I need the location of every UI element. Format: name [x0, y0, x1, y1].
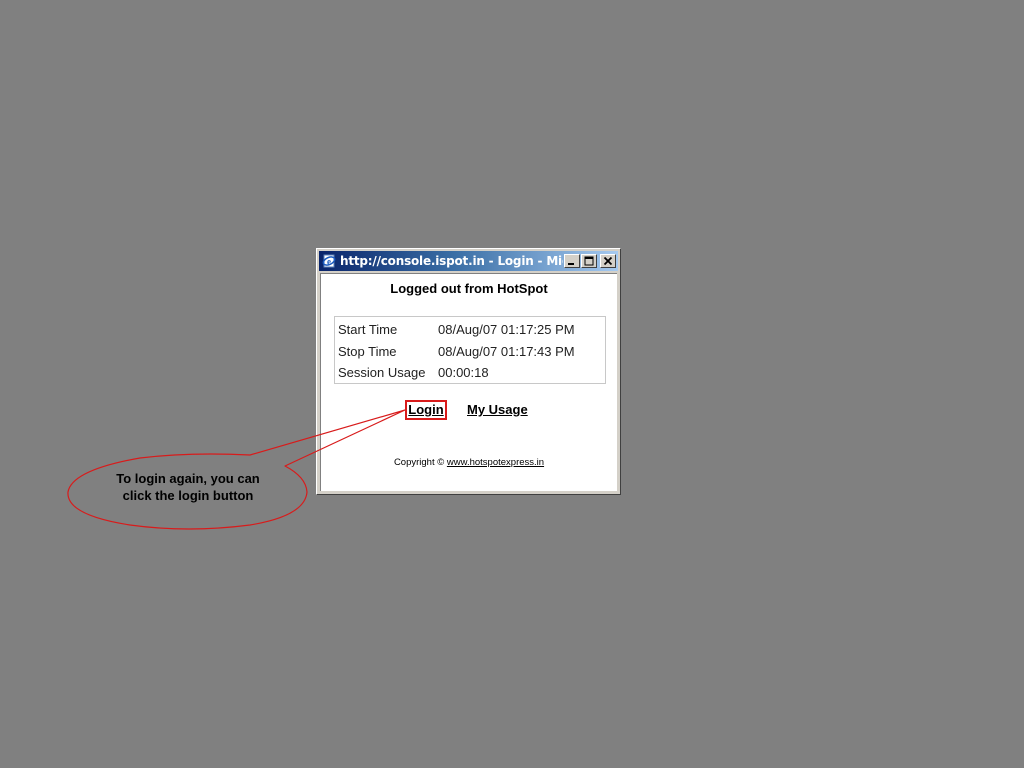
ie-page-icon: e — [321, 253, 337, 269]
action-links: Login My Usage — [321, 400, 617, 422]
window-controls — [563, 254, 616, 268]
stop-time-label: Stop Time — [338, 343, 397, 359]
my-usage-link[interactable]: My Usage — [467, 402, 528, 417]
page-content: Logged out from HotSpot Start Time 08/Au… — [320, 273, 617, 491]
minimize-button[interactable] — [564, 254, 580, 268]
start-time-label: Start Time — [338, 322, 398, 337]
copyright-footer: Copyright © www.hotspotexpress.in — [321, 457, 617, 468]
desktop-background: e http://console.ispot.in - Login - Mic.… — [0, 0, 1024, 768]
svg-text:e: e — [327, 257, 331, 267]
callout-text: To login again, you can click the login … — [116, 471, 260, 503]
start-time-value: 08/Aug/07 01:17:25 PM — [438, 322, 575, 337]
table-row: Start Time 08/Aug/07 01:17:25 PM — [338, 319, 605, 341]
login-link[interactable]: Login — [405, 400, 447, 420]
hotspotexpress-link[interactable]: www.hotspotexpress.in — [447, 457, 544, 468]
popup-window: e http://console.ispot.in - Login - Mic.… — [316, 248, 621, 495]
close-icon — [603, 256, 613, 266]
page-title: Logged out from HotSpot — [390, 281, 548, 296]
maximize-icon — [584, 256, 594, 266]
minimize-icon — [568, 263, 574, 265]
maximize-button[interactable] — [581, 254, 597, 268]
session-usage-value: 00:00:18 — [438, 365, 489, 380]
table-row: Stop Time 08/Aug/07 01:17:43 PM — [338, 341, 605, 363]
window-titlebar[interactable]: e http://console.ispot.in - Login - Mic.… — [319, 251, 618, 271]
table-row: Session Usage 00:00:18 — [338, 362, 605, 384]
session-info-table: Start Time 08/Aug/07 01:17:25 PM Stop Ti… — [334, 316, 606, 384]
copyright-text: Copyright © — [393, 457, 445, 468]
session-usage-label: Session Usage — [338, 365, 426, 380]
close-button[interactable] — [600, 254, 616, 268]
window-title: http://console.ispot.in - Login - Mic... — [340, 254, 563, 268]
stop-time-value: 08/Aug/07 01:17:43 PM — [438, 343, 575, 359]
